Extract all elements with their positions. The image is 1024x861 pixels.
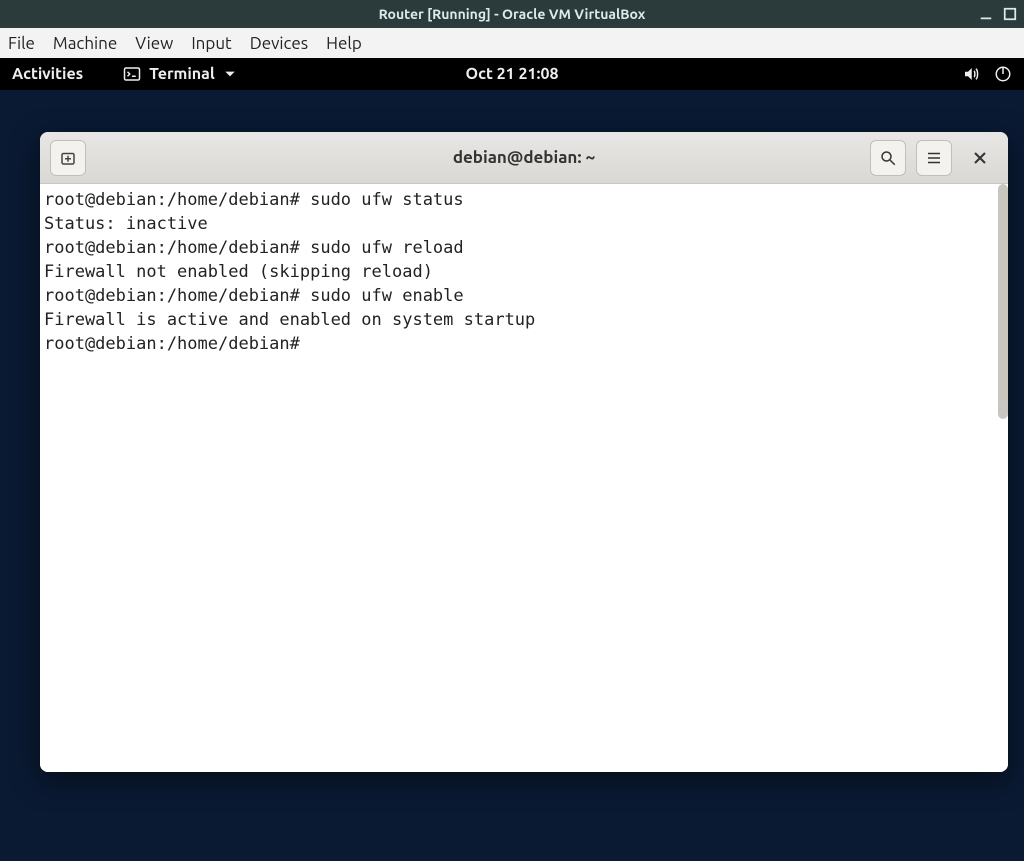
power-icon (994, 65, 1012, 83)
terminal-line: root@debian:/home/debian# sudo ufw enabl… (44, 284, 1004, 308)
app-indicator[interactable]: Terminal (123, 65, 236, 83)
scrollbar-thumb[interactable] (998, 184, 1008, 419)
vbox-window-title: Router [Running] - Oracle VM VirtualBox (379, 6, 646, 22)
vbox-menu-help[interactable]: Help (326, 34, 362, 53)
vbox-menu-machine[interactable]: Machine (53, 34, 117, 53)
close-button[interactable] (962, 140, 998, 176)
volume-icon (962, 65, 980, 83)
terminal-line: root@debian:/home/debian# (44, 332, 1004, 356)
chevron-down-icon (223, 67, 237, 81)
menu-button[interactable] (916, 140, 952, 176)
vbox-menu-devices[interactable]: Devices (250, 34, 308, 53)
hamburger-icon (925, 149, 943, 167)
gnome-topbar: Activities Terminal Oct 21 21:08 (0, 58, 1024, 90)
search-icon (879, 149, 897, 167)
terminal-title: debian@debian: ~ (453, 148, 595, 167)
vbox-titlebar: Router [Running] - Oracle VM VirtualBox (0, 0, 1024, 28)
terminal-body[interactable]: root@debian:/home/debian# sudo ufw statu… (40, 184, 1008, 772)
vbox-menu-file[interactable]: File (8, 34, 35, 53)
terminal-window: debian@debian: ~ (40, 132, 1008, 772)
terminal-headerbar: debian@debian: ~ (40, 132, 1008, 184)
vbox-menu-view[interactable]: View (135, 34, 173, 53)
vbox-menu-input[interactable]: Input (191, 34, 231, 53)
vbox-menubar: File Machine View Input Devices Help (0, 28, 1024, 58)
gnome-tray[interactable] (962, 65, 1012, 83)
terminal-line: Firewall not enabled (skipping reload) (44, 260, 1004, 284)
gnome-clock[interactable]: Oct 21 21:08 (465, 65, 558, 83)
app-indicator-label: Terminal (149, 65, 214, 83)
vbox-minimize-button[interactable] (978, 6, 994, 22)
terminal-line: Status: inactive (44, 212, 1004, 236)
terminal-line: Firewall is active and enabled on system… (44, 308, 1004, 332)
vbox-maximize-button[interactable] (1002, 6, 1018, 22)
new-tab-icon (59, 149, 77, 167)
terminal-line: root@debian:/home/debian# sudo ufw statu… (44, 188, 1004, 212)
terminal-icon (123, 65, 141, 83)
terminal-line: root@debian:/home/debian# sudo ufw reloa… (44, 236, 1004, 260)
close-icon (972, 150, 988, 166)
activities-button[interactable]: Activities (12, 65, 83, 83)
search-button[interactable] (870, 140, 906, 176)
new-tab-button[interactable] (50, 140, 86, 176)
gnome-desktop: debian@debian: ~ (0, 90, 1024, 861)
